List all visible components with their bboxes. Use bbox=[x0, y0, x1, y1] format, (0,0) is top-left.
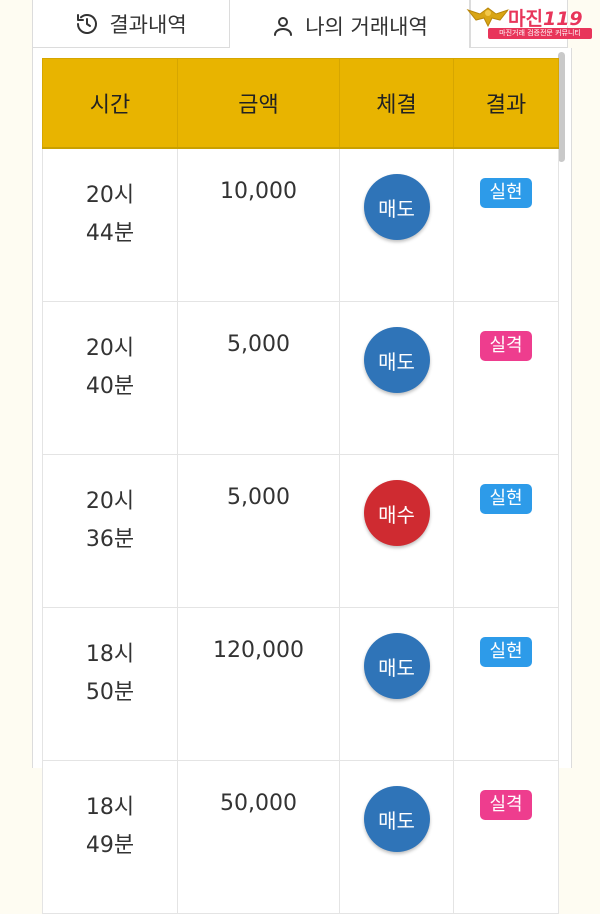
trade-type-badge: 매수 bbox=[363, 480, 430, 546]
table-row: 18시 49분 50,000 매도 실격 bbox=[42, 760, 559, 914]
result-badge: 실격 bbox=[480, 331, 532, 361]
amount-cell: 120,000 bbox=[177, 607, 340, 761]
table-row: 18시 50분 120,000 매도 실현 bbox=[42, 607, 559, 761]
result-badge: 실현 bbox=[480, 637, 532, 667]
column-header-execution: 체결 bbox=[339, 58, 454, 149]
tab-my-trades-label: 나의 거래내역 bbox=[305, 15, 428, 39]
time-cell: 18시 50분 bbox=[42, 607, 178, 761]
execution-cell: 매도 bbox=[339, 147, 454, 302]
amount-cell: 10,000 bbox=[177, 147, 340, 302]
trade-type-badge: 매도 bbox=[363, 174, 430, 240]
column-header-time: 시간 bbox=[42, 58, 178, 149]
execution-cell: 매도 bbox=[339, 760, 454, 914]
result-badge: 실현 bbox=[480, 178, 532, 208]
time-cell: 20시 36분 bbox=[42, 454, 178, 608]
result-badge: 실현 bbox=[480, 484, 532, 514]
tab-my-trades[interactable]: 나의 거래내역 bbox=[230, 0, 470, 52]
column-header-result: 결과 bbox=[453, 58, 559, 149]
result-cell: 실격 bbox=[453, 301, 559, 455]
time-cell: 20시 40분 bbox=[42, 301, 178, 455]
result-cell: 실현 bbox=[453, 454, 559, 608]
column-header-amount: 금액 bbox=[177, 58, 340, 149]
result-badge: 실격 bbox=[480, 790, 532, 820]
trade-history-table: 시간 금액 체결 결과 20시 44분 10,000 매도 실현 20시 40분 5… bbox=[42, 58, 559, 914]
trade-type-badge: 매도 bbox=[363, 633, 430, 699]
result-cell: 실현 bbox=[453, 147, 559, 302]
result-cell: 실현 bbox=[453, 607, 559, 761]
scrollbar-thumb[interactable] bbox=[558, 52, 565, 162]
tab-results-label: 결과내역 bbox=[109, 12, 187, 37]
logo-wordmark: 마진119 bbox=[508, 8, 583, 30]
tab-results-history[interactable]: 결과내역 bbox=[32, 0, 230, 48]
trade-type-badge: 매도 bbox=[363, 327, 430, 393]
time-cell: 20시 44분 bbox=[42, 147, 178, 302]
logo-tagline: 마진거래 검증전문 커뮤니티 bbox=[488, 28, 592, 39]
user-icon bbox=[271, 14, 295, 38]
execution-cell: 매도 bbox=[339, 301, 454, 455]
history-clock-icon bbox=[75, 12, 99, 36]
amount-cell: 5,000 bbox=[177, 301, 340, 455]
result-cell: 실격 bbox=[453, 760, 559, 914]
site-logo: 마진119 마진거래 검증전문 커뮤니티 bbox=[466, 2, 596, 42]
time-cell: 18시 49분 bbox=[42, 760, 178, 914]
table-header-row: 시간 금액 체결 결과 bbox=[42, 58, 559, 149]
table-row: 20시 40분 5,000 매도 실격 bbox=[42, 301, 559, 455]
execution-cell: 매수 bbox=[339, 454, 454, 608]
execution-cell: 매도 bbox=[339, 607, 454, 761]
table-row: 20시 36분 5,000 매수 실현 bbox=[42, 454, 559, 608]
table-row: 20시 44분 10,000 매도 실현 bbox=[42, 147, 559, 302]
amount-cell: 50,000 bbox=[177, 760, 340, 914]
trade-type-badge: 매도 bbox=[363, 786, 430, 852]
amount-cell: 5,000 bbox=[177, 454, 340, 608]
